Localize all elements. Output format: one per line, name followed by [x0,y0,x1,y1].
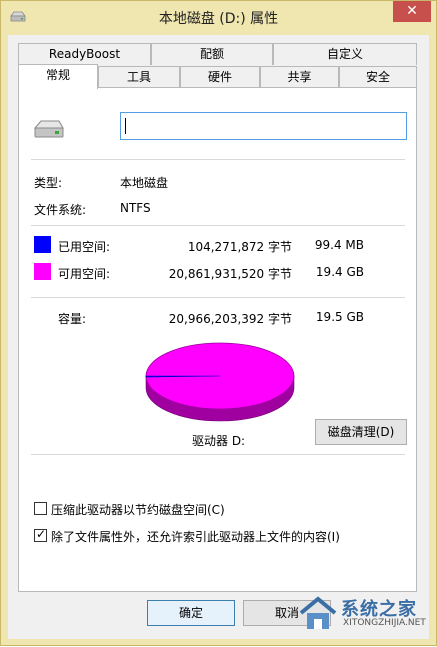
tab-label: 自定义 [326,47,363,61]
divider [31,297,405,298]
tab-readyboost[interactable]: ReadyBoost [18,43,151,65]
used-space-size: 99.4 MB [314,238,364,252]
site-watermark: 系统之家 XITONGZHIJIA.NET [291,591,437,647]
free-space-label: 可用空间: [58,267,111,281]
watermark-subtitle: XITONGZHIJIA.NET [343,618,426,628]
filesystem-value: NTFS [120,201,151,215]
close-icon: ✕ [406,3,418,19]
tab-general[interactable]: 常规 [18,64,98,89]
type-value: 本地磁盘 [120,176,169,190]
used-space-label: 已用空间: [58,240,111,254]
divider [31,225,405,226]
tab-label: ReadyBoost [48,47,121,61]
dialog-body: ReadyBoost 配额 自定义 常规 工具 硬件 共享 安全 类型: 本地磁… [8,35,429,639]
type-label: 类型: [34,176,63,190]
capacity-size: 19.5 GB [315,310,364,324]
checkmark-icon: ✓ [36,527,47,541]
tab-quota[interactable]: 配额 [151,43,273,65]
disk-cleanup-button[interactable]: 磁盘清理(D) [315,419,407,445]
capacity-label: 容量: [58,312,87,326]
tab-label: 安全 [365,70,390,84]
tab-sharing[interactable]: 共享 [260,66,339,88]
compress-checkbox[interactable] [34,502,47,515]
tab-tools[interactable]: 工具 [98,66,180,88]
tab-hardware[interactable]: 硬件 [180,66,260,88]
divider [31,159,405,160]
free-space-swatch [34,263,51,280]
capacity-bytes: 20,966,203,392 字节 [168,312,292,326]
used-space-bytes: 104,271,872 字节 [187,240,292,254]
tab-label: 工具 [126,70,151,84]
filesystem-label: 文件系统: [34,203,87,217]
tab-security[interactable]: 安全 [339,66,417,88]
free-space-size: 19.4 GB [315,265,364,279]
compress-label[interactable]: 压缩此驱动器以节约磁盘空间(C) [51,501,225,518]
index-label[interactable]: 除了文件属性外，还允许索引此驱动器上文件的内容(I) [51,528,340,545]
tab-customize[interactable]: 自定义 [273,43,417,65]
tab-label: 硬件 [207,70,232,84]
title-bar: 本地磁盘 (D:) 属性 ✕ [1,1,436,35]
general-panel: 类型: 本地磁盘 文件系统: NTFS 已用空间: 104,271,872 字节… [18,87,417,592]
close-button[interactable]: ✕ [393,1,431,22]
tab-label: 常规 [45,68,70,82]
index-checkbox[interactable]: ✓ [34,527,47,542]
text-caret [125,118,126,134]
tab-label: 配额 [199,47,224,61]
free-space-bytes: 20,861,931,520 字节 [168,267,292,281]
divider [31,454,405,455]
disk-usage-pie-chart [145,342,295,422]
drive-letter-label: 驱动器 D: [192,434,246,448]
hard-drive-icon [33,120,64,138]
used-space-swatch [34,236,51,253]
tab-label: 共享 [287,70,312,84]
window-title: 本地磁盘 (D:) 属性 [158,11,279,27]
house-logo-icon [299,596,337,629]
ok-button[interactable]: 确定 [147,600,235,626]
properties-window: 本地磁盘 (D:) 属性 ✕ ReadyBoost 配额 自定义 常规 工具 硬… [0,0,437,646]
drive-name-input[interactable] [120,112,407,140]
